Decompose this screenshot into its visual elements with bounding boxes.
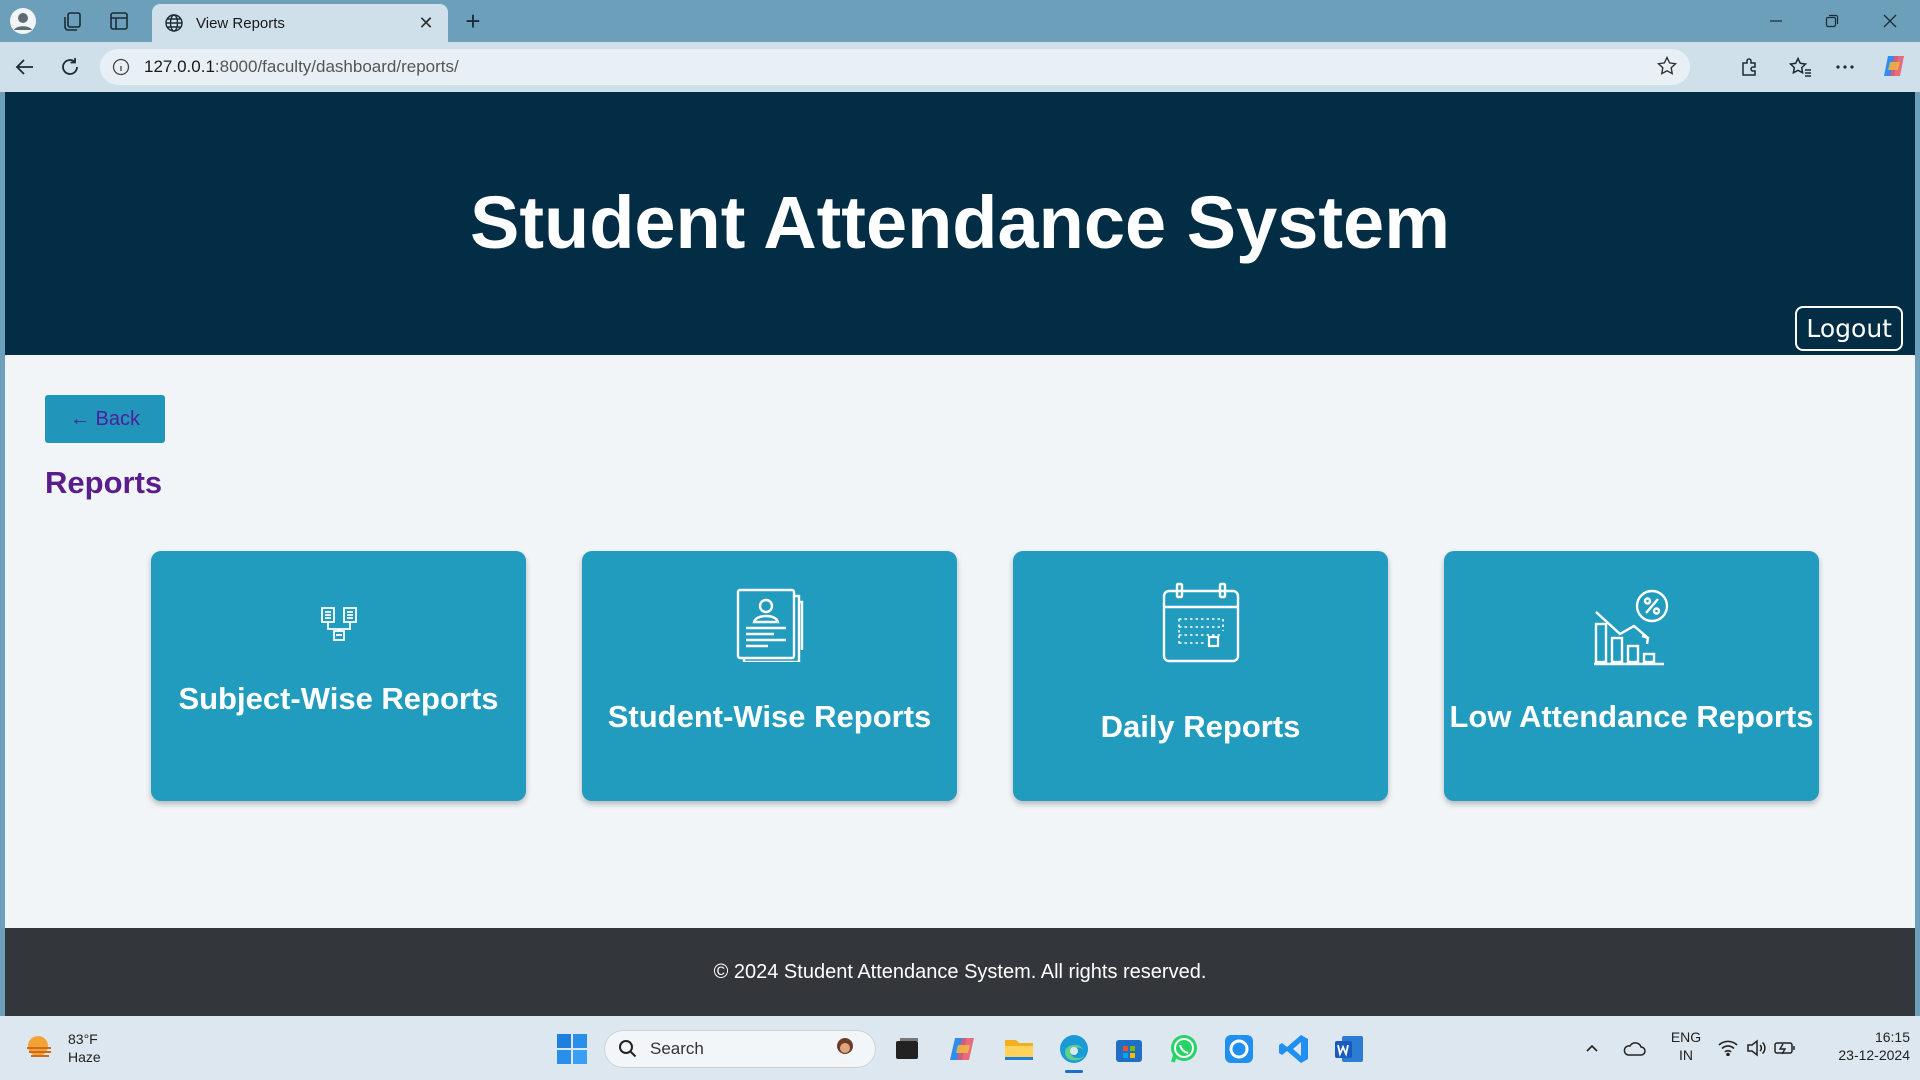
url-text: 127.0.0.1:8000/faculty/dashboard/reports… (144, 57, 459, 77)
word-icon[interactable] (1332, 1032, 1366, 1066)
site-footer: © 2024 Student Attendance System. All ri… (5, 928, 1915, 1016)
close-window-button[interactable] (1870, 6, 1910, 36)
favorite-star-icon[interactable] (1656, 55, 1678, 82)
file-explorer-icon[interactable] (1002, 1032, 1036, 1066)
copilot-app-icon[interactable] (946, 1032, 980, 1066)
card-label: Student-Wise Reports (607, 699, 932, 734)
windows-taskbar: 83°F Haze Search ENG IN 16:15 23-12-2024 (0, 1016, 1920, 1080)
globe-icon (165, 14, 183, 32)
card-label: Low Attendance Reports (1449, 699, 1814, 734)
back-arrow-icon[interactable] (10, 52, 40, 82)
card-low-attendance-reports[interactable]: Low Attendance Reports (1444, 551, 1819, 801)
chart-percent-icon (1444, 586, 1819, 666)
browser-toolbar: 127.0.0.1:8000/faculty/dashboard/reports… (0, 42, 1920, 92)
card-label: Daily Reports (1100, 709, 1301, 744)
whatsapp-icon[interactable] (1167, 1032, 1201, 1066)
task-view-icon[interactable] (890, 1032, 924, 1066)
subject-tree-icon (151, 606, 526, 642)
calendar-icon (1013, 581, 1388, 665)
vertical-tabs-icon[interactable] (106, 8, 132, 34)
chevron-up-icon[interactable] (1580, 1036, 1604, 1060)
profile-icon[interactable] (8, 6, 38, 36)
tab-title: View Reports (196, 14, 285, 32)
url-path: :8000/faculty/dashboard/reports/ (214, 57, 459, 76)
site-header: Student Attendance System Logout (5, 92, 1915, 355)
search-highlight-icon (830, 1036, 860, 1069)
taskbar-search[interactable]: Search (604, 1030, 876, 1068)
onedrive-cloud-icon[interactable] (1620, 1036, 1648, 1060)
card-student-wise-reports[interactable]: Student-Wise Reports (582, 551, 957, 801)
sun-haze-icon (27, 1036, 51, 1057)
page-title: Reports (45, 465, 163, 500)
windows-start-icon[interactable] (556, 1033, 588, 1070)
clock-time: 16:15 (1874, 1029, 1910, 1045)
edge-browser-icon[interactable] (1057, 1032, 1091, 1073)
app-launcher-icon[interactable] (1222, 1032, 1256, 1066)
active-app-indicator (1065, 1070, 1083, 1073)
card-label: Subject-Wise Reports (178, 681, 499, 716)
back-button[interactable]: ← Back (45, 395, 165, 443)
volume-icon[interactable] (1744, 1036, 1768, 1060)
vscode-icon[interactable] (1277, 1032, 1311, 1066)
student-document-icon (582, 586, 957, 662)
address-bar[interactable]: 127.0.0.1:8000/faculty/dashboard/reports… (100, 49, 1690, 85)
weather-widget[interactable]: 83°F Haze (24, 1030, 101, 1066)
url-host: 127.0.0.1 (144, 57, 215, 76)
region-code: IN (1679, 1047, 1693, 1063)
footer-copyright: © 2024 Student Attendance System. All ri… (713, 960, 1207, 983)
card-daily-reports[interactable]: Daily Reports (1013, 551, 1388, 801)
browser-tab-bar: View Reports ✕ + (0, 0, 1920, 42)
extensions-icon[interactable] (1735, 52, 1765, 82)
clock-date: 23-12-2024 (1838, 1047, 1910, 1063)
search-label: Search (650, 1039, 704, 1058)
tab-close-icon[interactable]: ✕ (416, 13, 436, 34)
weather-desc: Haze (68, 1049, 101, 1065)
more-options-icon[interactable] (1830, 52, 1860, 82)
tab-view-reports[interactable]: View Reports ✕ (152, 4, 448, 42)
web-page: Student Attendance System Logout ← Back … (5, 92, 1915, 1016)
site-title: Student Attendance System (470, 181, 1450, 264)
logout-button[interactable]: Logout (1795, 306, 1903, 351)
new-tab-button[interactable]: + (458, 6, 488, 36)
weather-temp: 83°F (68, 1031, 98, 1047)
copilot-icon[interactable] (1878, 50, 1910, 82)
restore-button[interactable] (1812, 6, 1852, 36)
language-indicator[interactable]: ENG IN (1666, 1028, 1706, 1064)
microsoft-store-icon[interactable] (1112, 1032, 1146, 1066)
favorites-icon[interactable] (1785, 52, 1815, 82)
search-icon (619, 1040, 637, 1058)
refresh-icon[interactable] (55, 52, 85, 82)
workspaces-icon[interactable] (60, 8, 86, 34)
card-subject-wise-reports[interactable]: Subject-Wise Reports (151, 551, 526, 801)
clock[interactable]: 16:15 23-12-2024 (1814, 1028, 1910, 1064)
minimize-button[interactable] (1756, 6, 1796, 36)
battery-icon[interactable] (1772, 1036, 1798, 1060)
site-info-icon[interactable] (112, 58, 130, 76)
wifi-icon[interactable] (1716, 1036, 1740, 1060)
language-code: ENG (1670, 1029, 1702, 1045)
